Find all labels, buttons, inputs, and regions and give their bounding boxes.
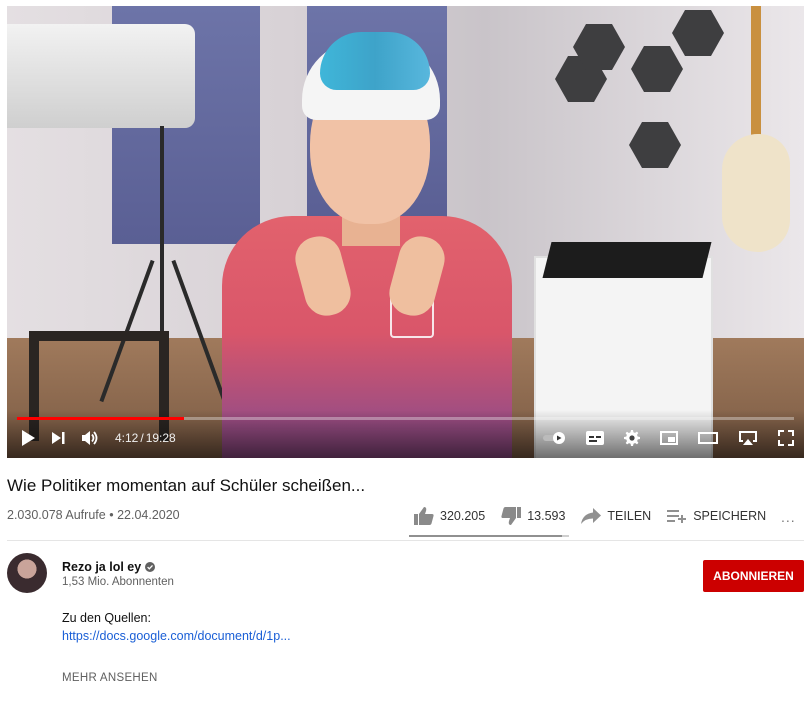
theater-mode-icon bbox=[698, 432, 718, 444]
autoplay-toggle[interactable] bbox=[542, 427, 566, 449]
like-ratio-fill bbox=[409, 535, 563, 537]
dislike-button[interactable]: 13.593 bbox=[501, 507, 565, 525]
airplay-icon bbox=[739, 431, 757, 445]
dislike-count: 13.593 bbox=[527, 509, 566, 523]
next-icon bbox=[52, 432, 65, 444]
volume-icon bbox=[82, 431, 98, 445]
save-label: SPEICHERN bbox=[693, 509, 767, 523]
player-controls: 4:12/19:28 bbox=[7, 410, 804, 458]
view-count: 2.030.078 Aufrufe bbox=[7, 508, 106, 522]
time-total: 19:28 bbox=[145, 431, 176, 445]
time-separator: / bbox=[140, 431, 144, 445]
share-button[interactable]: TEILEN bbox=[581, 508, 651, 524]
channel-name-row[interactable]: Rezo ja lol ey bbox=[62, 560, 156, 574]
fullscreen-icon bbox=[778, 430, 794, 446]
save-button[interactable]: SPEICHERN bbox=[667, 508, 766, 524]
like-count: 320.205 bbox=[440, 509, 486, 523]
video-player[interactable]: 4:12/19:28 bbox=[7, 6, 804, 458]
divider bbox=[7, 540, 804, 541]
volume-button[interactable] bbox=[81, 427, 99, 449]
video-title: Wie Politiker momentan auf Schüler schei… bbox=[7, 476, 366, 495]
progress-bar[interactable] bbox=[17, 417, 794, 420]
miniplayer-icon bbox=[660, 431, 678, 445]
controls-row: 4:12/19:28 bbox=[21, 427, 794, 449]
settings-gear-icon bbox=[624, 430, 640, 446]
softbox-light bbox=[7, 24, 195, 128]
subscriber-count: 1,53 Mio. Abonnenten bbox=[62, 576, 174, 588]
channel-avatar[interactable] bbox=[7, 553, 47, 593]
meta-separator: • bbox=[109, 508, 114, 522]
next-button[interactable] bbox=[51, 427, 65, 449]
description-text: Zu den Quellen: bbox=[62, 611, 151, 625]
thumbs-up-icon bbox=[414, 507, 434, 525]
guitar-neck bbox=[751, 6, 761, 146]
description-link[interactable]: https://docs.google.com/document/d/1p... bbox=[62, 629, 291, 643]
upload-date: 22.04.2020 bbox=[117, 508, 180, 522]
save-playlist-icon bbox=[667, 510, 687, 523]
share-label: TEILEN bbox=[607, 509, 652, 523]
airplay-button[interactable] bbox=[738, 427, 758, 449]
guitar bbox=[722, 134, 790, 252]
subscribe-button[interactable]: ABONNIEREN bbox=[703, 560, 804, 592]
autoplay-toggle-icon bbox=[543, 432, 565, 444]
like-button[interactable]: 320.205 bbox=[414, 507, 485, 525]
fullscreen-button[interactable] bbox=[778, 427, 794, 449]
keyboard-instrument bbox=[542, 242, 712, 278]
verified-check-icon bbox=[145, 562, 156, 572]
subtitles-icon bbox=[586, 431, 604, 445]
video-frame[interactable] bbox=[7, 6, 804, 458]
play-icon bbox=[22, 430, 35, 446]
theater-mode-button[interactable] bbox=[698, 427, 718, 449]
play-button[interactable] bbox=[21, 427, 35, 449]
right-controls bbox=[522, 427, 794, 449]
hair bbox=[320, 32, 430, 90]
time-display: 4:12/19:28 bbox=[115, 431, 176, 445]
show-more-button[interactable]: MEHR ANSEHEN bbox=[62, 672, 158, 684]
presenter bbox=[222, 26, 512, 458]
video-meta: 2.030.078 Aufrufe • 22.04.2020 bbox=[7, 508, 180, 522]
thumbs-down-icon bbox=[501, 507, 522, 525]
progress-played bbox=[17, 417, 185, 420]
subtitles-button[interactable] bbox=[586, 427, 604, 449]
more-actions-button[interactable]: ... bbox=[781, 509, 796, 525]
like-dislike-ratio-bar bbox=[409, 535, 569, 537]
channel-name[interactable]: Rezo ja lol ey bbox=[62, 560, 141, 574]
time-current: 4:12 bbox=[115, 431, 139, 445]
settings-button[interactable] bbox=[624, 427, 640, 449]
share-arrow-icon bbox=[581, 508, 602, 524]
miniplayer-button[interactable] bbox=[660, 427, 678, 449]
action-bar: 320.205 13.593 TEILEN SPEICHERN bbox=[414, 503, 782, 529]
